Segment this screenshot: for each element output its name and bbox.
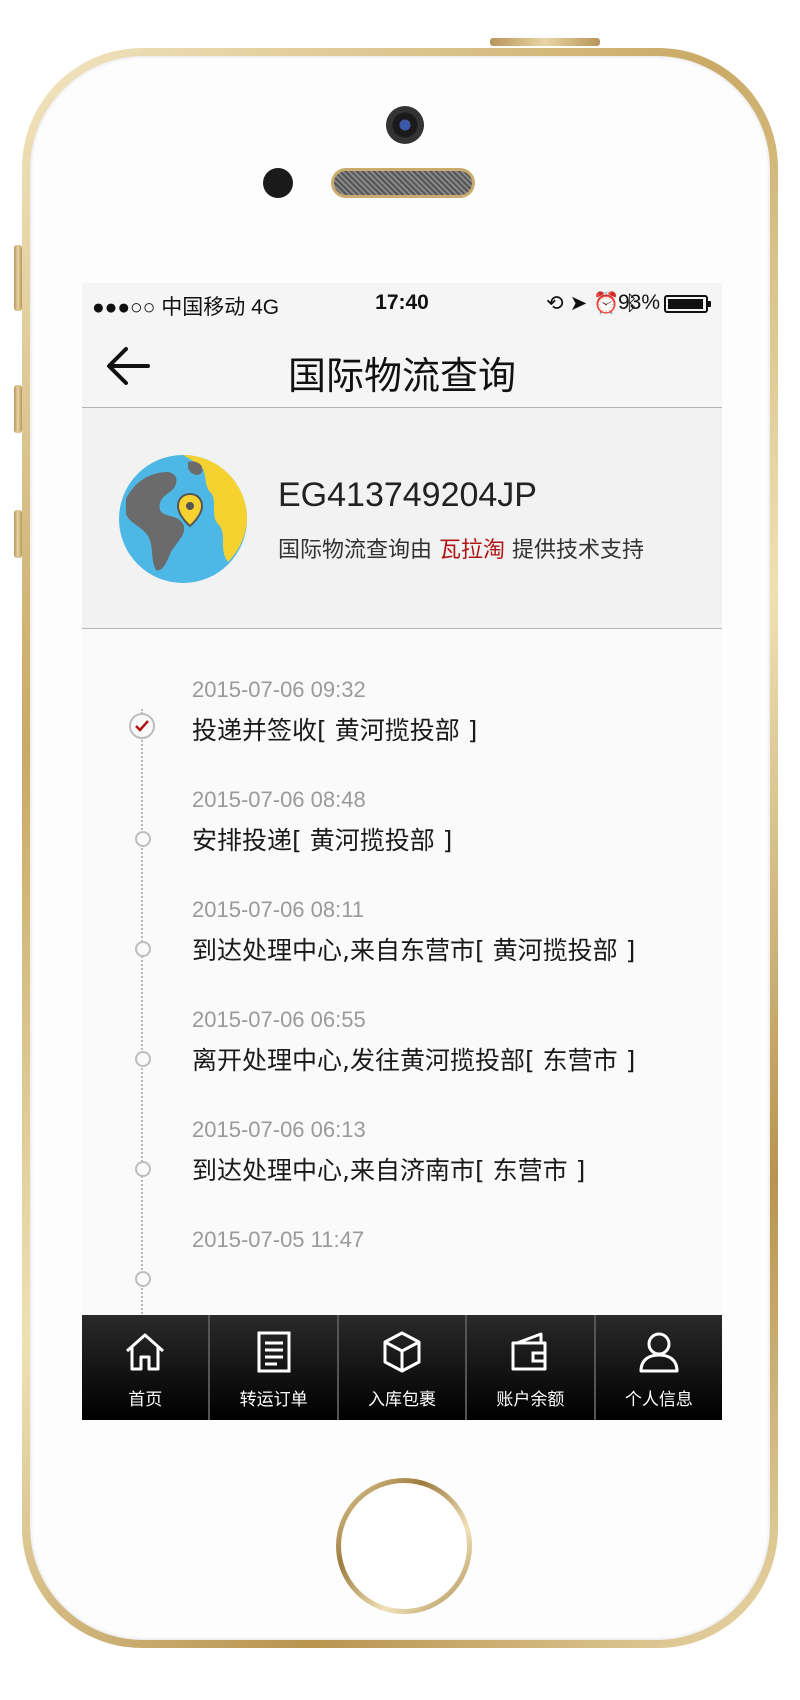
timeline-event: 2015-07-06 08:11 到达处理中心,来自东营市[ 黄河揽投部 ] (82, 897, 722, 1017)
event-description: 投递并签收[ 黄河揽投部 ] (192, 716, 478, 745)
tab-account-balance[interactable]: 账户余额 (467, 1315, 596, 1420)
tab-bar: 首页 转运订单 入库包裹 账户余额 个人信息 (82, 1315, 722, 1420)
mute-switch (14, 245, 22, 311)
tab-personal-info[interactable]: 个人信息 (596, 1315, 722, 1420)
timeline-dot-icon (135, 1271, 151, 1287)
package-header: EG413749204JP 国际物流查询由 瓦拉淘 提供技术支持 (82, 408, 722, 629)
front-camera (386, 106, 424, 144)
tab-label: 转运订单 (239, 1390, 308, 1410)
tab-label: 首页 (128, 1390, 163, 1410)
proximity-sensor (263, 168, 293, 198)
home-button[interactable] (336, 1478, 472, 1614)
timeline-dot-icon (135, 941, 151, 957)
lock-rotation-icon: ⟲ (546, 292, 570, 315)
timeline-event: 2015-07-06 06:13 到达处理中心,来自济南市[ 东营市 ] (82, 1117, 722, 1237)
tab-label: 入库包裹 (368, 1390, 437, 1410)
tab-label: 个人信息 (624, 1390, 693, 1410)
timeline-event: 2015-07-06 09:32 投递并签收[ 黄河揽投部 ] (82, 677, 722, 797)
event-description: 离开处理中心,发往黄河揽投部[ 东营市 ] (192, 1046, 636, 1075)
provider-suffix: 提供技术支持 (512, 538, 645, 563)
earpiece-speaker (331, 168, 475, 198)
status-bar: ●●●○○ 中国移动 4G 17:40 ⟲➤⏰ᛒ 93% (82, 283, 722, 323)
wallet-icon (511, 1332, 547, 1371)
battery-percent: 93% (617, 291, 660, 314)
tab-stored-packages[interactable]: 入库包裹 (339, 1315, 468, 1420)
provider-prefix: 国际物流查询由 (278, 538, 433, 563)
tab-transfer-orders[interactable]: 转运订单 (210, 1315, 339, 1420)
timeline-event: 2015-07-05 11:47 (82, 1227, 722, 1315)
event-description: 安排投递[ 黄河揽投部 ] (192, 826, 453, 855)
power-button (490, 38, 600, 46)
event-description: 到达处理中心,来自东营市[ 黄河揽投部 ] (192, 936, 636, 965)
event-time: 2015-07-06 09:32 (192, 677, 366, 702)
event-description: 到达处理中心,来自济南市[ 东营市 ] (192, 1156, 586, 1185)
person-icon (639, 1332, 679, 1373)
volume-up-button (14, 385, 22, 433)
navigation-bar: 国际物流查询 (82, 323, 722, 408)
page-title: 国际物流查询 (287, 354, 516, 398)
timeline-dot-icon (135, 831, 151, 847)
tracking-number: EG413749204JP (278, 476, 537, 514)
package-box-icon (383, 1331, 421, 1373)
tab-home[interactable]: 首页 (82, 1315, 211, 1420)
timeline-event: 2015-07-06 08:48 安排投递[ 黄河揽投部 ] (82, 787, 722, 907)
check-icon (129, 713, 155, 739)
event-time: 2015-07-06 06:13 (192, 1117, 366, 1142)
event-time: 2015-07-06 08:48 (192, 787, 366, 812)
location-arrow-icon: ➤ (569, 292, 594, 315)
app-screen: ●●●○○ 中国移动 4G 17:40 ⟲➤⏰ᛒ 93% 国际物流查询 EG41… (82, 283, 722, 1420)
document-icon (257, 1331, 291, 1373)
event-time: 2015-07-06 08:11 (192, 897, 365, 922)
battery-icon (664, 295, 711, 313)
tab-label: 账户余额 (496, 1390, 565, 1410)
globe-location-icon (119, 455, 247, 583)
event-time: 2015-07-05 11:47 (192, 1227, 365, 1252)
event-time: 2015-07-06 06:55 (192, 1007, 366, 1032)
home-icon (126, 1333, 165, 1371)
timeline-dot-icon (135, 1161, 151, 1177)
volume-down-button (14, 510, 22, 558)
timeline-event: 2015-07-06 06:55 离开处理中心,发往黄河揽投部[ 东营市 ] (82, 1007, 722, 1127)
provider-line: 国际物流查询由 瓦拉淘 提供技术支持 (278, 532, 644, 564)
timeline-dot-icon (135, 1051, 151, 1067)
provider-brand-link[interactable]: 瓦拉淘 (439, 538, 505, 563)
tracking-timeline: 2015-07-06 09:32 投递并签收[ 黄河揽投部 ] 2015-07-… (82, 629, 722, 1315)
